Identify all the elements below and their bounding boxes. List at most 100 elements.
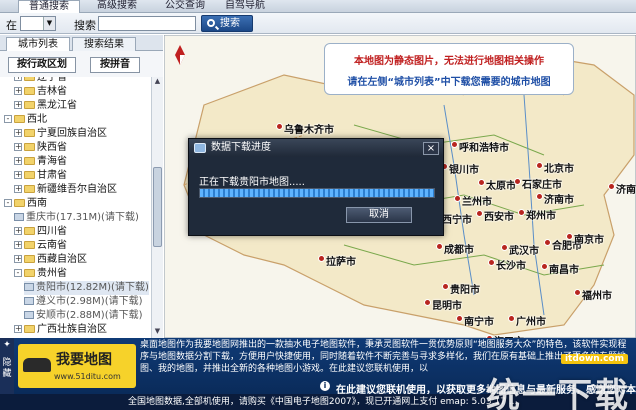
city-label: 南京市 [574,235,604,246]
city-label: 石家庄市 [522,180,562,191]
search-input[interactable] [98,16,196,31]
expand-icon[interactable]: + [14,325,22,333]
folder-icon [14,115,25,123]
folder-icon [24,241,35,249]
dialog-title-bar[interactable]: 数据下载进度 × [189,139,443,157]
region-node[interactable]: + 黑龙江省 [14,99,77,113]
expand-icon[interactable]: + [14,129,22,137]
scroll-down-icon[interactable]: ▼ [152,327,163,338]
expand-icon[interactable]: + [14,227,22,235]
region-node[interactable]: + 甘肃省 [14,169,67,183]
tree-item-label: 重庆市(17.31M)(请下载) [26,212,139,223]
folder-icon [24,171,35,179]
city-map-item[interactable]: 贵阳市(12.82M)(请下载) [24,281,149,295]
expand-icon[interactable]: + [14,77,22,81]
expand-icon[interactable]: + [14,87,22,95]
cancel-button[interactable]: 取消 [346,207,412,223]
expand-icon[interactable]: + [14,241,22,249]
keyword-label: 搜索 [74,19,96,32]
city-marker-icon [442,283,449,290]
tree-item-label: 安顺市(2.88M)(请下载) [36,310,143,321]
hide-panel-button[interactable]: ✦ 隐藏 [0,338,14,394]
region-node[interactable]: - 西北 [4,113,47,127]
download-status-text: 正在下载贵阳市地图..... [199,177,305,188]
city-marker-icon [318,255,325,262]
city-marker-icon [608,183,615,190]
tree-item-label: 西藏自治区 [37,254,87,265]
region-node[interactable]: + 新疆维吾尔自治区 [14,183,117,197]
hide-label: 隐藏 [2,358,12,379]
tree-item-label: 吉林省 [37,86,67,97]
compass-icon [174,45,186,65]
tree-item-label: 宁夏回族自治区 [37,128,107,139]
search-button[interactable]: 搜索 [201,15,253,32]
chevron-down-icon[interactable]: ▼ [43,17,55,30]
tree-scrollbar[interactable]: ▲ ▼ [151,77,163,338]
notice-line-2: 请在左侧“城市列表”中下载您需要的城市地图 [347,77,551,88]
collapse-icon[interactable]: - [4,199,12,207]
tab-search-results[interactable]: 搜索结果 [72,37,136,51]
by-pinyin-button[interactable]: 按拼音 [90,57,140,73]
city-label: 兰州市 [462,197,492,208]
expand-icon[interactable]: + [14,185,22,193]
region-node[interactable]: + 四川省 [14,225,67,239]
city-label: 郑州市 [526,211,556,222]
city-map-item[interactable]: 遵义市(2.98M)(请下载) [24,295,143,309]
city-label: 贵阳市 [450,285,480,296]
expand-icon[interactable]: + [14,255,22,263]
region-node[interactable]: + 吉林省 [14,85,67,99]
region-node[interactable]: + 云南省 [14,239,67,253]
region-node[interactable]: + 西藏自治区 [14,253,87,267]
collapse-icon[interactable]: - [4,115,12,123]
expand-icon: ✦ [3,340,11,350]
folder-icon [24,87,35,95]
tab-advanced-search[interactable]: 高级搜索 [86,0,148,13]
city-marker-icon [574,289,581,296]
expand-icon[interactable]: + [14,101,22,109]
region-node[interactable]: - 贵州省 [14,267,67,281]
watermark-site: itdown.com [560,354,628,364]
city-panel: 城市列表 搜索结果 按行政区划 按拼音 + 辽宁省 + 吉林省 + 黑龙江省 - 西北 + 宁夏回… [0,35,163,338]
city-label: 呼和浩特市 [459,143,509,154]
close-icon[interactable]: × [423,142,439,155]
city-marker-icon [454,195,461,202]
city-label: 北京市 [544,164,574,175]
region-node[interactable]: + 广西壮族自治区 [14,323,107,337]
tree-item-label: 陕西省 [37,142,67,153]
city-label: 济南市 [616,185,636,196]
scroll-thumb[interactable] [153,167,162,247]
app-window: 普通搜索 高级搜索 公交查询 自驾导航 在 ▼ 搜索 搜索 城市列表 搜索结果 … [0,0,636,410]
scroll-up-icon[interactable]: ▲ [152,77,163,88]
expand-icon[interactable]: + [14,157,22,165]
city-map-item[interactable]: 安顺市(2.88M)(请下载) [24,309,143,323]
by-region-button[interactable]: 按行政区划 [8,57,76,73]
scope-select[interactable]: ▼ [20,16,56,31]
region-node[interactable]: - 西南 [4,197,47,211]
search-button-label: 搜索 [220,18,240,29]
region-node[interactable]: + 陕西省 [14,141,67,155]
tab-normal-search[interactable]: 普通搜索 [18,0,80,13]
collapse-icon[interactable]: - [14,269,22,277]
tab-city-list[interactable]: 城市列表 [6,37,70,51]
city-marker-icon [424,299,431,306]
city-marker-icon [536,193,543,200]
city-label: 拉萨市 [326,257,356,268]
city-label: 银川市 [449,165,479,176]
expand-icon[interactable]: + [14,143,22,151]
download-progress-bar [199,188,435,198]
map-icon [24,297,34,305]
city-label: 南宁市 [464,317,494,328]
tab-drive-navigation[interactable]: 自驾导航 [214,0,276,13]
region-node[interactable]: + 宁夏回族自治区 [14,127,107,141]
city-label: 成都市 [444,245,474,256]
folder-icon [24,77,35,81]
city-label: 西宁市 [442,215,472,226]
region-node[interactable]: + 辽宁省 [14,77,67,85]
region-node[interactable]: + 青海省 [14,155,67,169]
folder-icon [24,143,35,151]
expand-icon[interactable]: + [14,171,22,179]
tree-item-label: 云南省 [37,240,67,251]
watermark-text: 统一下载 [486,376,630,410]
tab-bus-query[interactable]: 公交查询 [154,0,216,13]
city-map-item[interactable]: 重庆市(17.31M)(请下载) [14,211,139,225]
